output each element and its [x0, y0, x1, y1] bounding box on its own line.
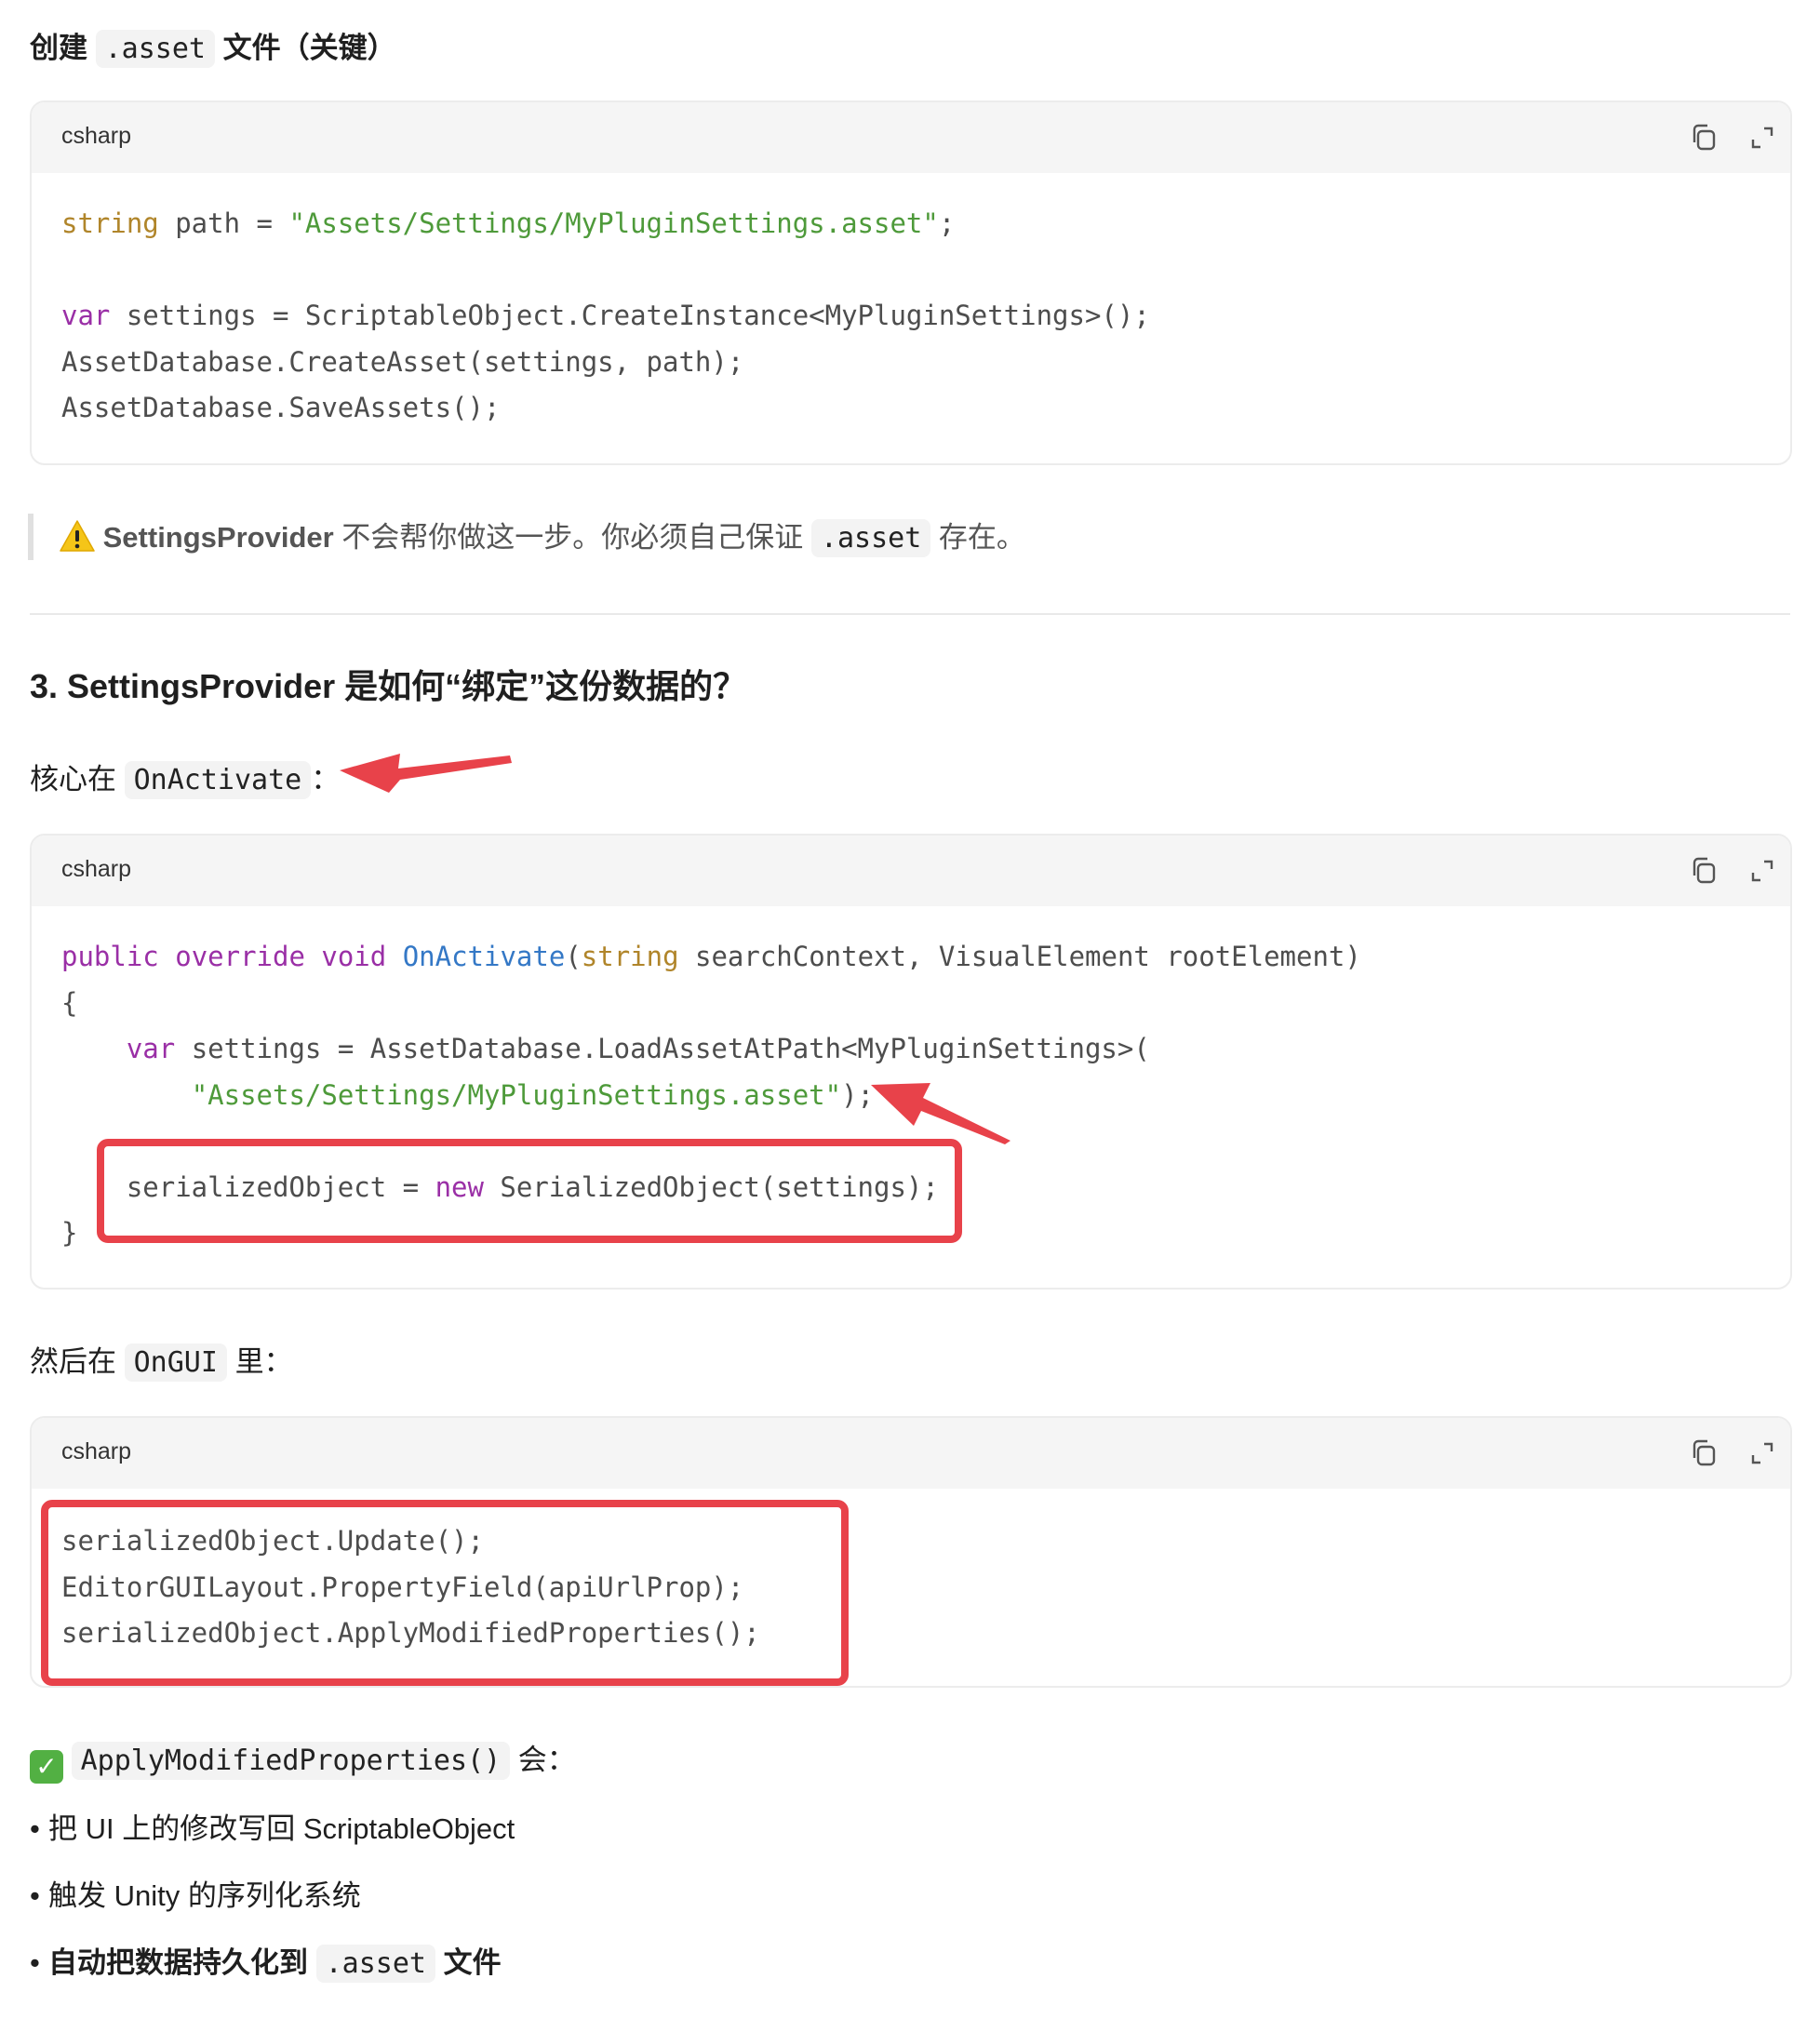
copy-icon[interactable]: [1688, 121, 1721, 154]
code-line: {: [61, 981, 1361, 1027]
warning-text: 不会帮你做这一步。你必须自己保证: [333, 521, 811, 554]
code-line: var settings = ScriptableObject.CreateIn…: [61, 293, 1150, 340]
code-token: searchContext, VisualElement rootElement…: [678, 941, 1361, 972]
section-3-heading: 3. SettingsProvider 是如何“绑定”这份数据的？: [30, 667, 747, 705]
code-token: override: [175, 941, 305, 972]
code-token: path =: [158, 207, 289, 239]
bullet-suffix: 文件: [443, 1946, 502, 1979]
code-token: {: [61, 986, 78, 1019]
code-token: void: [321, 941, 387, 972]
annotation-highlight-box: [97, 1139, 962, 1243]
annotation-highlight-box: [41, 1500, 849, 1686]
section-create-prefix: 创建: [30, 32, 87, 64]
warning-note: SettingsProvider 不会帮你做这一步。你必须自己保证 .asset…: [60, 517, 1025, 564]
code-token: settings = ScriptableObject.CreateInstan…: [110, 300, 1150, 331]
code-token: var: [61, 300, 111, 331]
core-prefix: 核心在: [30, 763, 116, 795]
code-token: ;: [938, 207, 956, 239]
blockquote-bar: [28, 514, 33, 560]
code-token: AssetDatabase.CreateAsset(settings, path…: [61, 345, 744, 378]
code-line: AssetDatabase.SaveAssets();: [61, 385, 1150, 432]
code-language-label: csharp: [61, 1438, 132, 1464]
inline-code-asset: .asset: [95, 30, 215, 68]
warning-icon: [60, 519, 95, 564]
expand-icon[interactable]: [1746, 854, 1779, 888]
code-block-create-asset: csharp string path = "Assets/Settings/My…: [30, 100, 1792, 465]
code-language-label: csharp: [61, 123, 132, 149]
bullet-text: 把 UI 上的修改写回 ScriptableObject: [48, 1812, 515, 1845]
apply-paragraph: ✓ ApplyModifiedProperties() 会：: [30, 1740, 576, 1784]
code-token: AssetDatabase.SaveAssets();: [61, 392, 501, 423]
bullet-prefix: 自动把数据持久化到: [48, 1946, 308, 1979]
inline-code-asset: .asset: [810, 519, 931, 557]
code-token: }: [61, 1217, 78, 1249]
apply-suffix: 会：: [517, 1744, 576, 1776]
code-block-header: csharp: [32, 836, 1790, 906]
code-token: "Assets/Settings/MyPluginSettings.asset": [288, 207, 939, 239]
bullet-text: 触发 Unity 的序列化系统: [48, 1879, 361, 1912]
ongui-paragraph: 然后在 OnGUI 里：: [30, 1342, 293, 1384]
expand-icon[interactable]: [1746, 1437, 1779, 1470]
code-token: (: [565, 941, 582, 972]
warning-bold: SettingsProvider: [102, 521, 334, 554]
code-block-header: csharp: [32, 1418, 1790, 1489]
code-line: "Assets/Settings/MyPluginSettings.asset"…: [61, 1073, 1361, 1119]
list-item: • 自动把数据持久化到 .asset 文件: [30, 1943, 502, 1985]
code-line: AssetDatabase.CreateAsset(settings, path…: [61, 340, 1150, 386]
list-item: • 把 UI 上的修改写回 ScriptableObject: [30, 1809, 515, 1850]
inline-code-asset: .asset: [315, 1945, 435, 1983]
bullet-dot: •: [30, 1812, 40, 1845]
check-mark-icon: ✓: [30, 1750, 63, 1784]
core-paragraph: 核心在 OnActivate：: [30, 759, 340, 801]
copy-icon[interactable]: [1688, 1437, 1721, 1470]
inline-code-onactivate: OnActivate: [124, 761, 312, 799]
bullet-dot: •: [30, 1946, 40, 1979]
code-line: string path = "Assets/Settings/MyPluginS…: [61, 201, 1150, 247]
ongui-suffix: 里：: [234, 1345, 293, 1378]
list-item: • 触发 Unity 的序列化系统: [30, 1876, 361, 1917]
bullet-dot: •: [30, 1879, 40, 1912]
copy-icon[interactable]: [1688, 854, 1721, 888]
code-token: "Assets/Settings/MyPluginSettings.asset": [191, 1078, 842, 1111]
annotation-arrow-left: [340, 754, 512, 793]
code-block-header: csharp: [32, 102, 1790, 173]
code-line: var settings = AssetDatabase.LoadAssetAt…: [61, 1026, 1361, 1073]
code-token: settings = AssetDatabase.LoadAssetAtPath…: [175, 1033, 1150, 1064]
code-token: public: [61, 941, 159, 972]
section-create-heading: 创建 .asset 文件（关键）: [30, 28, 396, 70]
annotation-arrow-up-left: [871, 1083, 1010, 1144]
inline-code-apply: ApplyModifiedProperties(): [71, 1742, 511, 1780]
code-token: string: [61, 207, 159, 239]
ongui-prefix: 然后在: [30, 1345, 116, 1378]
inline-code-ongui: OnGUI: [124, 1344, 227, 1382]
expand-icon[interactable]: [1746, 121, 1779, 154]
section-create-suffix: 文件（关键）: [222, 32, 396, 64]
code-language-label: csharp: [61, 856, 132, 882]
divider: [30, 613, 1790, 615]
code-token: var: [126, 1033, 176, 1064]
code-token: OnActivate: [402, 941, 566, 972]
warning-suffix: 存在。: [930, 521, 1025, 554]
code-body: string path = "Assets/Settings/MyPluginS…: [61, 201, 1150, 432]
code-token: string: [581, 941, 679, 972]
code-line: public override void OnActivate(string s…: [61, 934, 1361, 981]
